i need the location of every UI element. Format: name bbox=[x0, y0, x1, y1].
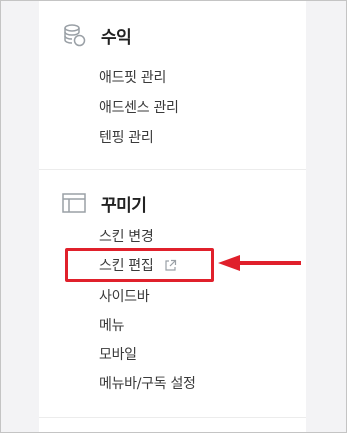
menu-item-tenping[interactable]: 텐핑 관리 bbox=[99, 129, 154, 147]
coin-stack-icon bbox=[61, 22, 87, 48]
menu-item-sidebar[interactable]: 사이드바 bbox=[99, 288, 150, 306]
menu-item-menu[interactable]: 메뉴 bbox=[99, 317, 124, 335]
section-divider-bottom bbox=[39, 417, 306, 418]
menu-item-mobile[interactable]: 모바일 bbox=[99, 346, 137, 364]
highlight-box bbox=[65, 248, 214, 282]
section-divider bbox=[39, 169, 306, 170]
sidebar-panel bbox=[39, 1, 306, 432]
menu-item-skin-change[interactable]: 스킨 변경 bbox=[99, 228, 154, 246]
menu-item-adsense[interactable]: 애드센스 관리 bbox=[99, 99, 179, 117]
menu-item-adfit[interactable]: 애드핏 관리 bbox=[99, 69, 166, 87]
section-header-decorate[interactable]: 꾸미기 bbox=[61, 190, 147, 216]
section-title-decorate: 꾸미기 bbox=[101, 195, 147, 216]
section-header-revenue[interactable]: 수익 bbox=[61, 22, 132, 48]
left-arrow-icon bbox=[218, 255, 301, 271]
screenshot-frame: 수익 애드핏 관리 애드센스 관리 텐핑 관리 꾸미기 스킨 변경 스킨 편집 … bbox=[0, 0, 347, 433]
layout-window-icon bbox=[61, 190, 87, 216]
menu-item-menubar-subscribe[interactable]: 메뉴바/구독 설정 bbox=[99, 375, 196, 393]
section-title-revenue: 수익 bbox=[101, 27, 132, 48]
